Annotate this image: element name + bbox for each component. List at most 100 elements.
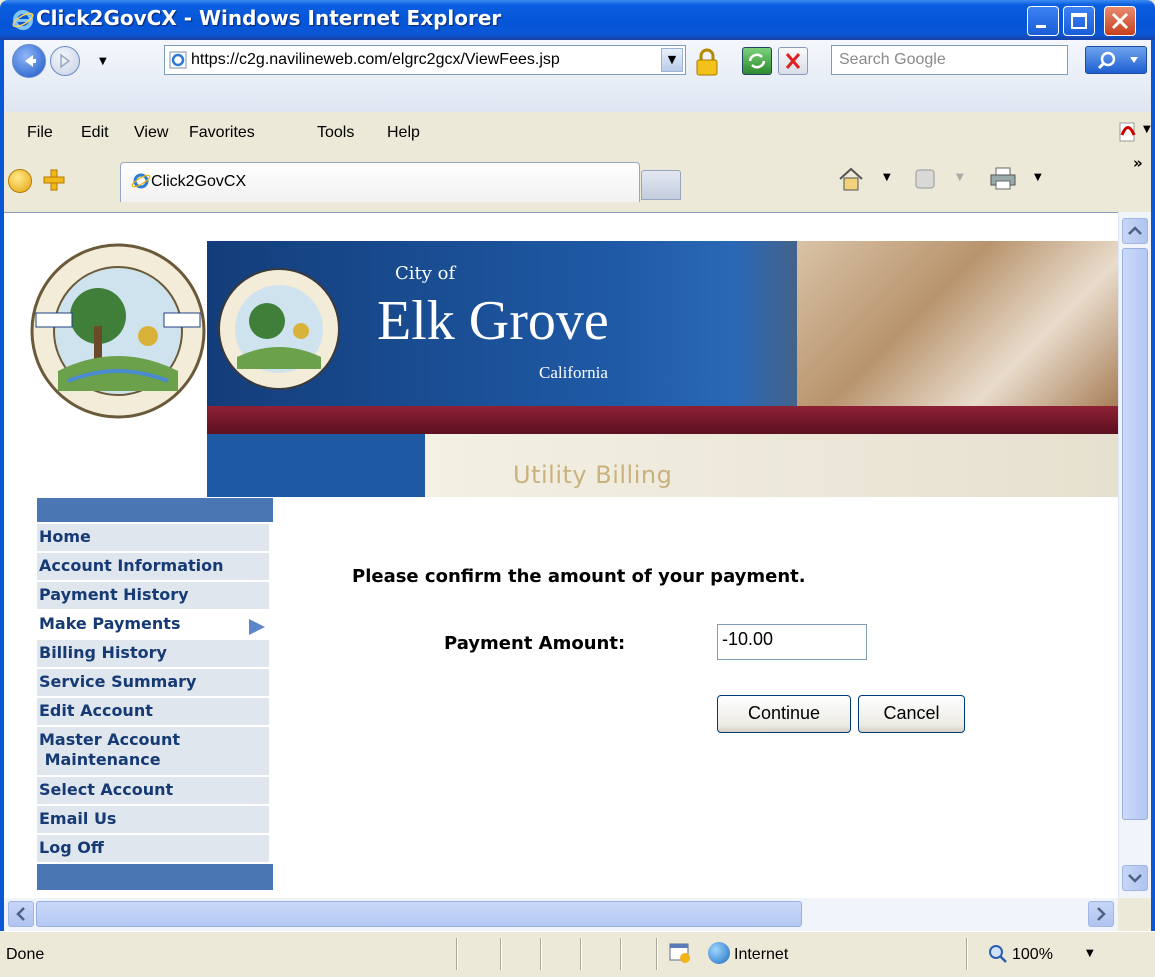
forward-arrow-icon (60, 53, 71, 69)
sidebar-item-make-payments[interactable]: Make Payments (37, 611, 269, 638)
address-url: https://c2g.navilineweb.com/elgrc2gcx/Vi… (191, 51, 560, 68)
address-toolbar: ▼ https://c2g.navilineweb.com/elgrc2gcx/… (0, 40, 1155, 112)
more-tools-chevron-icon[interactable]: » (1133, 154, 1143, 172)
window-title: Click2GovCX - Windows Internet Explorer (36, 6, 502, 30)
sidebar-item-edit-account[interactable]: Edit Account (37, 698, 269, 725)
minimize-icon (1036, 25, 1046, 28)
payment-amount-input[interactable]: -10.00 (717, 624, 867, 660)
sidebar-item-log-off[interactable]: Log Off (37, 835, 269, 862)
search-input[interactable]: Search Google (831, 45, 1068, 75)
banner-lower-blue (207, 434, 425, 497)
sidebar-item-billing-history[interactable]: Billing History (37, 640, 269, 667)
title-bar: Click2GovCX - Windows Internet Explorer (0, 0, 1155, 40)
payment-amount-label: Payment Amount: (444, 633, 626, 654)
horizontal-scroll-thumb[interactable] (36, 901, 802, 927)
tab-ie-icon (131, 173, 151, 189)
feeds-icon[interactable] (912, 166, 942, 192)
sidebar-item-account-information[interactable]: Account Information (37, 553, 269, 580)
banner-state: California (539, 363, 608, 382)
forward-button[interactable] (50, 46, 80, 76)
print-icon[interactable] (988, 166, 1018, 192)
active-arrow-icon (249, 619, 265, 635)
zoom-magnifier-icon[interactable] (988, 944, 1008, 964)
scroll-left-button[interactable] (8, 901, 34, 927)
zoom-level[interactable]: 100% (1012, 946, 1053, 964)
scroll-down-button[interactable] (1122, 865, 1148, 891)
sidebar-item-label: Make Payments (39, 614, 181, 633)
cancel-button[interactable]: Cancel (858, 695, 965, 733)
refresh-button[interactable] (742, 47, 772, 75)
close-icon (1111, 12, 1129, 30)
continue-button[interactable]: Continue (717, 695, 851, 733)
back-arrow-icon (25, 55, 36, 67)
confirm-heading: Please confirm the amount of your paymen… (352, 566, 806, 587)
recent-pages-dropdown-icon[interactable]: ▼ (99, 56, 107, 67)
sidenav-top-cap (37, 498, 273, 522)
chevron-right-icon (1097, 907, 1106, 921)
search-button[interactable] (1085, 46, 1147, 74)
refresh-icon (748, 53, 766, 69)
menu-help[interactable]: Help (387, 124, 420, 142)
horizontal-scrollbar[interactable] (4, 898, 1118, 931)
vertical-scrollbar[interactable] (1118, 212, 1151, 898)
pdf-dropdown-icon[interactable]: ▼ (1143, 124, 1151, 135)
address-dropdown-icon[interactable]: ▼ (661, 48, 683, 72)
sidebar-item-select-account[interactable]: Select Account (37, 777, 269, 804)
status-text: Done (6, 946, 45, 963)
status-divider (456, 938, 458, 970)
security-zone-label: Internet (734, 946, 789, 963)
side-navigation: Home Account Information Payment History… (37, 498, 275, 890)
window-frame-right (1151, 40, 1155, 931)
status-divider (656, 938, 658, 970)
menu-tools[interactable]: Tools (317, 124, 354, 142)
zoom-dropdown-icon[interactable]: ▼ (1086, 948, 1094, 959)
home-dropdown-icon[interactable]: ▼ (883, 172, 891, 183)
popup-blocker-icon[interactable] (668, 942, 692, 964)
back-button[interactable] (12, 44, 46, 78)
close-button[interactable] (1104, 6, 1136, 36)
city-seal-logo (30, 243, 206, 419)
banner-section-title: Utility Billing (513, 461, 673, 489)
stop-button[interactable] (778, 47, 808, 75)
pdf-icon[interactable] (1118, 121, 1140, 143)
status-divider (540, 938, 542, 970)
security-lock-icon[interactable] (694, 48, 720, 76)
maximize-button[interactable] (1063, 6, 1095, 36)
menu-view[interactable]: View (134, 124, 168, 142)
vertical-scroll-thumb[interactable] (1122, 248, 1148, 820)
home-icon[interactable] (836, 166, 866, 192)
menu-favorites[interactable]: Favorites (189, 124, 255, 142)
stop-icon (785, 53, 801, 69)
chevron-up-icon (1128, 226, 1142, 235)
menu-edit[interactable]: Edit (81, 124, 109, 142)
address-input[interactable]: https://c2g.navilineweb.com/elgrc2gcx/Vi… (164, 45, 686, 75)
new-tab-button[interactable] (641, 170, 681, 200)
sidebar-item-email-us[interactable]: Email Us (37, 806, 269, 833)
scroll-right-button[interactable] (1088, 901, 1114, 927)
search-placeholder: Search Google (839, 51, 946, 68)
banner-seal-logo (218, 268, 340, 390)
minimize-button[interactable] (1027, 6, 1059, 36)
banner-city-of: City of (395, 263, 456, 284)
banner-photo (797, 241, 1118, 406)
feeds-dropdown-icon[interactable]: ▼ (956, 172, 964, 183)
favorites-center-star-icon[interactable] (8, 169, 32, 193)
print-dropdown-icon[interactable]: ▼ (1034, 172, 1042, 183)
sidebar-item-payment-history[interactable]: Payment History (37, 582, 269, 609)
scroll-up-button[interactable] (1122, 218, 1148, 244)
page-ie-icon (169, 51, 187, 69)
chevron-left-icon (16, 907, 25, 921)
status-divider (966, 938, 968, 970)
search-icon (1097, 51, 1138, 70)
status-divider (620, 938, 622, 970)
add-favorite-icon[interactable] (42, 168, 66, 192)
chevron-down-icon (1128, 874, 1142, 883)
menu-file[interactable]: File (27, 124, 53, 142)
status-divider (580, 938, 582, 970)
ie-logo-icon (12, 10, 34, 30)
sidebar-item-service-summary[interactable]: Service Summary (37, 669, 269, 696)
banner-city-name: Elk Grove (377, 290, 609, 352)
tab-click2govcx[interactable]: Click2GovCX (120, 162, 640, 202)
sidebar-item-master-account-maintenance[interactable]: Master Account Maintenance (37, 727, 269, 775)
sidebar-item-home[interactable]: Home (37, 524, 269, 551)
